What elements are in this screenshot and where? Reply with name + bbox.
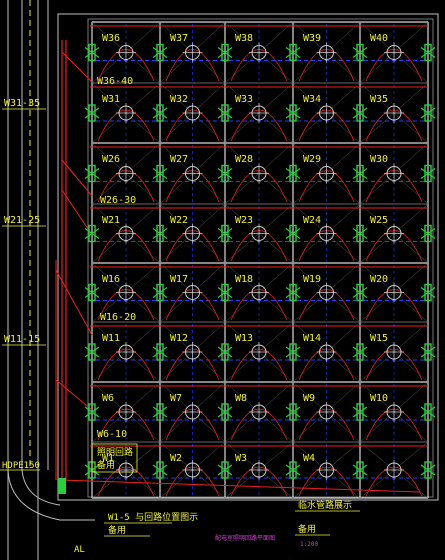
- right-note-1: 临水管路展示: [298, 499, 352, 511]
- cell-label: W28: [235, 154, 253, 165]
- cell-label: W35: [370, 94, 388, 105]
- cell-label: W12: [170, 333, 188, 344]
- cell-label: W38: [235, 33, 253, 44]
- cell-label: W4: [303, 453, 315, 464]
- cell-label: W27: [170, 154, 188, 165]
- cell-label: W19: [303, 274, 321, 285]
- right-note-2: 备用: [298, 523, 316, 535]
- cell-label: W40: [370, 33, 388, 44]
- cell-label: W34: [303, 94, 321, 105]
- legend-bottom: AL: [74, 545, 85, 555]
- cell-label: W32: [170, 94, 188, 105]
- cell-label: W24: [303, 215, 321, 226]
- cell-label: W37: [170, 33, 188, 44]
- cell-label: W14: [303, 333, 321, 344]
- cell-label: W15: [370, 333, 388, 344]
- group-label: W26-30: [100, 195, 136, 206]
- cell-label: W22: [170, 215, 188, 226]
- cell-label: W30: [370, 154, 388, 165]
- cell-label: W20: [370, 274, 388, 285]
- cell-label: W13: [235, 333, 253, 344]
- cell-label: W31: [102, 94, 120, 105]
- cad-drawing: W36 W37 W38 W39 W40 W31 W32 W33 W34 W35 W26 W27 W28 W…: [0, 0, 445, 560]
- side-label: W11-15: [4, 334, 40, 345]
- side-label: W31-35: [4, 98, 40, 109]
- group-label: W36-40: [97, 76, 133, 87]
- cell-label: W11: [102, 333, 120, 344]
- cell-label: W33: [235, 94, 253, 105]
- cell-label: W9: [303, 393, 315, 404]
- drawing-title: 配电室照明回路平面图: [215, 534, 275, 542]
- cell-label: W36: [102, 33, 120, 44]
- cell-label: W39: [303, 33, 321, 44]
- cell-label: W26: [102, 154, 120, 165]
- distribution-panel: [58, 478, 66, 494]
- legend-box1: 照明回路: [97, 446, 133, 458]
- cell-label: W29: [303, 154, 321, 165]
- legend-line2: 备用: [108, 524, 126, 536]
- group-label: W6-10: [97, 429, 127, 440]
- cell-label: W7: [170, 393, 182, 404]
- cell-label: W21: [102, 215, 120, 226]
- legend-line1: W1-5 与回路位置图示: [108, 511, 198, 523]
- cell-label: W23: [235, 215, 253, 226]
- side-label: W21-25: [4, 215, 40, 226]
- cell-label: W10: [370, 393, 388, 404]
- cell-label: W25: [370, 215, 388, 226]
- cell-label: W16: [102, 274, 120, 285]
- pipe-label: HDPE150: [2, 461, 40, 471]
- group-label: W16-20: [100, 312, 136, 323]
- cell-label: W18: [235, 274, 253, 285]
- legend-box2: 备用: [97, 459, 115, 471]
- cell-label: W8: [235, 393, 247, 404]
- drawing-scale: 1:200: [300, 541, 318, 548]
- cell-label: W2: [170, 453, 182, 464]
- cell-label: W17: [170, 274, 188, 285]
- cell-label: W3: [235, 453, 247, 464]
- cell-label: W6: [102, 393, 114, 404]
